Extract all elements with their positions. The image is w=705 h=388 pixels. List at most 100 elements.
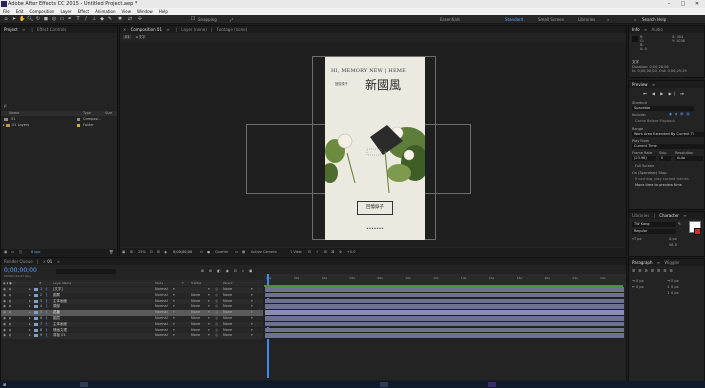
- selection-tool-icon[interactable]: ➤: [11, 16, 17, 22]
- label-color-swatch[interactable]: [34, 322, 38, 326]
- space-after-field[interactable]: ↧ 0 px: [667, 291, 679, 295]
- timeline-search-input[interactable]: [56, 269, 116, 274]
- menu-item-effect[interactable]: Effect: [78, 9, 90, 14]
- view-layout-dropdown[interactable]: 1 View: [290, 248, 302, 256]
- workspace-standard[interactable]: Standard: [505, 16, 523, 23]
- snapping-options-icon[interactable]: ⤢: [230, 16, 233, 23]
- layer-row[interactable]: ◉ ◖ ▸ 7 ʈ 主体画面 Normal ▾ None ▾ ◎ None ▾: [1, 321, 263, 328]
- layer-mode-dropdown[interactable]: Normal: [155, 304, 168, 310]
- layer-row[interactable]: ◉ ◖ ▸ 4 ʈ 頭部 Normal ▾ None ▾ ◎ None ▾: [1, 304, 263, 310]
- align-icon[interactable]: ⇄: [127, 16, 133, 22]
- layer-parent-dropdown[interactable]: None: [223, 333, 232, 339]
- space-before-field[interactable]: ↥ 0 px: [667, 285, 679, 289]
- label-color-swatch[interactable]: [34, 334, 38, 338]
- tab-render-queue[interactable]: Render Queue: [4, 259, 33, 264]
- next-frame-icon[interactable]: ▶|: [669, 91, 677, 96]
- hand-tool-icon[interactable]: ✋: [19, 16, 25, 22]
- tab-paragraph[interactable]: Paragraph: [632, 260, 653, 265]
- layer-trkmat-dropdown[interactable]: None: [191, 304, 200, 310]
- pick-whip-icon[interactable]: ◎: [215, 287, 218, 293]
- audio-icon[interactable]: ◖: [9, 333, 11, 339]
- layer-duration-bar[interactable]: [265, 287, 624, 293]
- column-number[interactable]: #: [39, 280, 42, 286]
- snapshot-icon[interactable]: ◉: [164, 248, 167, 256]
- column-name[interactable]: Name: [9, 111, 19, 116]
- new-folder-icon[interactable]: ▭: [11, 249, 14, 256]
- layer-duration-bar[interactable]: [265, 292, 624, 299]
- interpret-footage-icon[interactable]: ▣: [4, 249, 7, 256]
- expand-arrow-icon[interactable]: ▸: [3, 123, 5, 129]
- taskbar-app-icon[interactable]: [80, 382, 88, 387]
- grid-icon[interactable]: ⊞: [157, 248, 160, 256]
- layer-row[interactable]: ◉ ◖ ▸ 6 ʈ 圖层 Normal ▾ None ▾ ◎ None ▾: [1, 316, 263, 322]
- menu-item-help[interactable]: Help: [159, 9, 168, 14]
- workspace-libraries[interactable]: Libraries: [578, 16, 595, 23]
- taskbar-after-effects-icon[interactable]: [488, 382, 496, 387]
- tab-footage[interactable]: Footage (none): [217, 27, 247, 32]
- label-color-swatch[interactable]: [34, 311, 38, 315]
- label-color-swatch[interactable]: [34, 299, 38, 303]
- column-mode[interactable]: Mode: [155, 280, 163, 286]
- tab-timeline-comp[interactable]: 01: [47, 259, 52, 264]
- mask-tool-icon[interactable]: ▭: [59, 16, 65, 22]
- layer-parent-dropdown[interactable]: None: [223, 293, 232, 299]
- tab-project[interactable]: Project: [4, 27, 18, 32]
- layer-name[interactable]: 圖層: [53, 293, 60, 299]
- menu-item-edit[interactable]: Edit: [16, 9, 24, 14]
- tab-audio[interactable]: Audio: [652, 27, 663, 32]
- audio-icon[interactable]: ◖: [9, 287, 11, 293]
- font-size-field[interactable]: ᴛT px: [632, 237, 642, 241]
- tab-info[interactable]: Info: [632, 27, 640, 32]
- layer-row[interactable]: ◉ ◖ ▸ 1 ʈ [文字] Normal ▾ ▾ ◎ None ▾: [1, 287, 263, 293]
- expand-arrow-icon[interactable]: ▸: [29, 316, 31, 322]
- visibility-eye-icon[interactable]: ◉: [3, 316, 6, 322]
- tab-character[interactable]: Character: [659, 213, 679, 218]
- full-screen-checkbox[interactable]: Full Screen: [635, 164, 654, 168]
- expand-arrow-icon[interactable]: ▸: [29, 304, 31, 310]
- clone-tool-icon[interactable]: ⊥: [91, 16, 97, 22]
- label-color-swatch[interactable]: [34, 288, 38, 291]
- menu-item-view[interactable]: View: [122, 9, 132, 14]
- layer-duration-bar[interactable]: [265, 321, 624, 328]
- pick-whip-icon[interactable]: ◎: [215, 299, 218, 305]
- layer-parent-dropdown[interactable]: None: [223, 322, 232, 328]
- safe-zones-icon[interactable]: ⊡: [150, 248, 153, 256]
- exposure-value[interactable]: +0.0: [347, 248, 356, 256]
- timeline-timecode[interactable]: 0;00;00;00: [4, 267, 37, 274]
- column-t[interactable]: T: [182, 280, 184, 286]
- timeline-switches-icons[interactable]: ⊞ ⚙ ◧ ◉ ⊡ ⌗ ▣: [201, 269, 254, 273]
- audio-icon[interactable]: ◖: [9, 322, 11, 328]
- resolution-dropdown[interactable]: Quarter: [215, 248, 229, 256]
- breadcrumb-sub[interactable]: 文字: [138, 35, 145, 39]
- timeline-icon[interactable]: ⊞: [324, 248, 327, 256]
- workspace-essentials[interactable]: Essentials: [440, 16, 460, 23]
- visibility-eye-icon[interactable]: ◉: [3, 287, 6, 293]
- brush-tool-icon[interactable]: /: [83, 16, 89, 22]
- magnification-dropdown[interactable]: 25%: [138, 248, 146, 256]
- project-item[interactable]: ▸ 01 Layers Folder: [1, 123, 117, 129]
- layer-name[interactable]: 圖层: [53, 316, 60, 322]
- search-help-field[interactable]: Search Help: [642, 16, 666, 23]
- expand-arrow-icon[interactable]: ▸: [29, 299, 31, 305]
- layer-name[interactable]: 背板 01: [53, 333, 66, 339]
- close-tab-icon[interactable]: ×: [43, 259, 46, 264]
- pick-whip-icon[interactable]: ◎: [215, 316, 218, 322]
- puppet-tool-icon[interactable]: ✱: [117, 16, 123, 22]
- layer-parent-dropdown[interactable]: None: [223, 328, 232, 334]
- 3d-view-dropdown[interactable]: Active Camera: [251, 248, 277, 256]
- bit-depth-button[interactable]: 8 bpc: [31, 249, 41, 256]
- range-dropdown[interactable]: Work Area Extended By Current Ti: [632, 132, 704, 137]
- layer-trkmat-dropdown[interactable]: None: [191, 299, 200, 305]
- tracking-field[interactable]: VA 0: [669, 243, 677, 247]
- label-color-swatch[interactable]: [34, 293, 38, 297]
- close-icon[interactable]: ✕: [692, 0, 702, 8]
- tab-layer[interactable]: Layer (none): [181, 27, 207, 32]
- layer-parent-dropdown[interactable]: None: [223, 299, 232, 305]
- expand-arrow-icon[interactable]: ▸: [29, 333, 31, 339]
- column-trkmat[interactable]: TrkMat: [191, 280, 201, 286]
- leading-field[interactable]: A px: [669, 237, 677, 241]
- first-frame-icon[interactable]: ⏮: [643, 91, 649, 96]
- current-time-display[interactable]: 0;00;00;00: [173, 248, 192, 256]
- layer-trkmat-dropdown[interactable]: None: [191, 322, 200, 328]
- layer-name[interactable]: 主体画面: [53, 322, 67, 328]
